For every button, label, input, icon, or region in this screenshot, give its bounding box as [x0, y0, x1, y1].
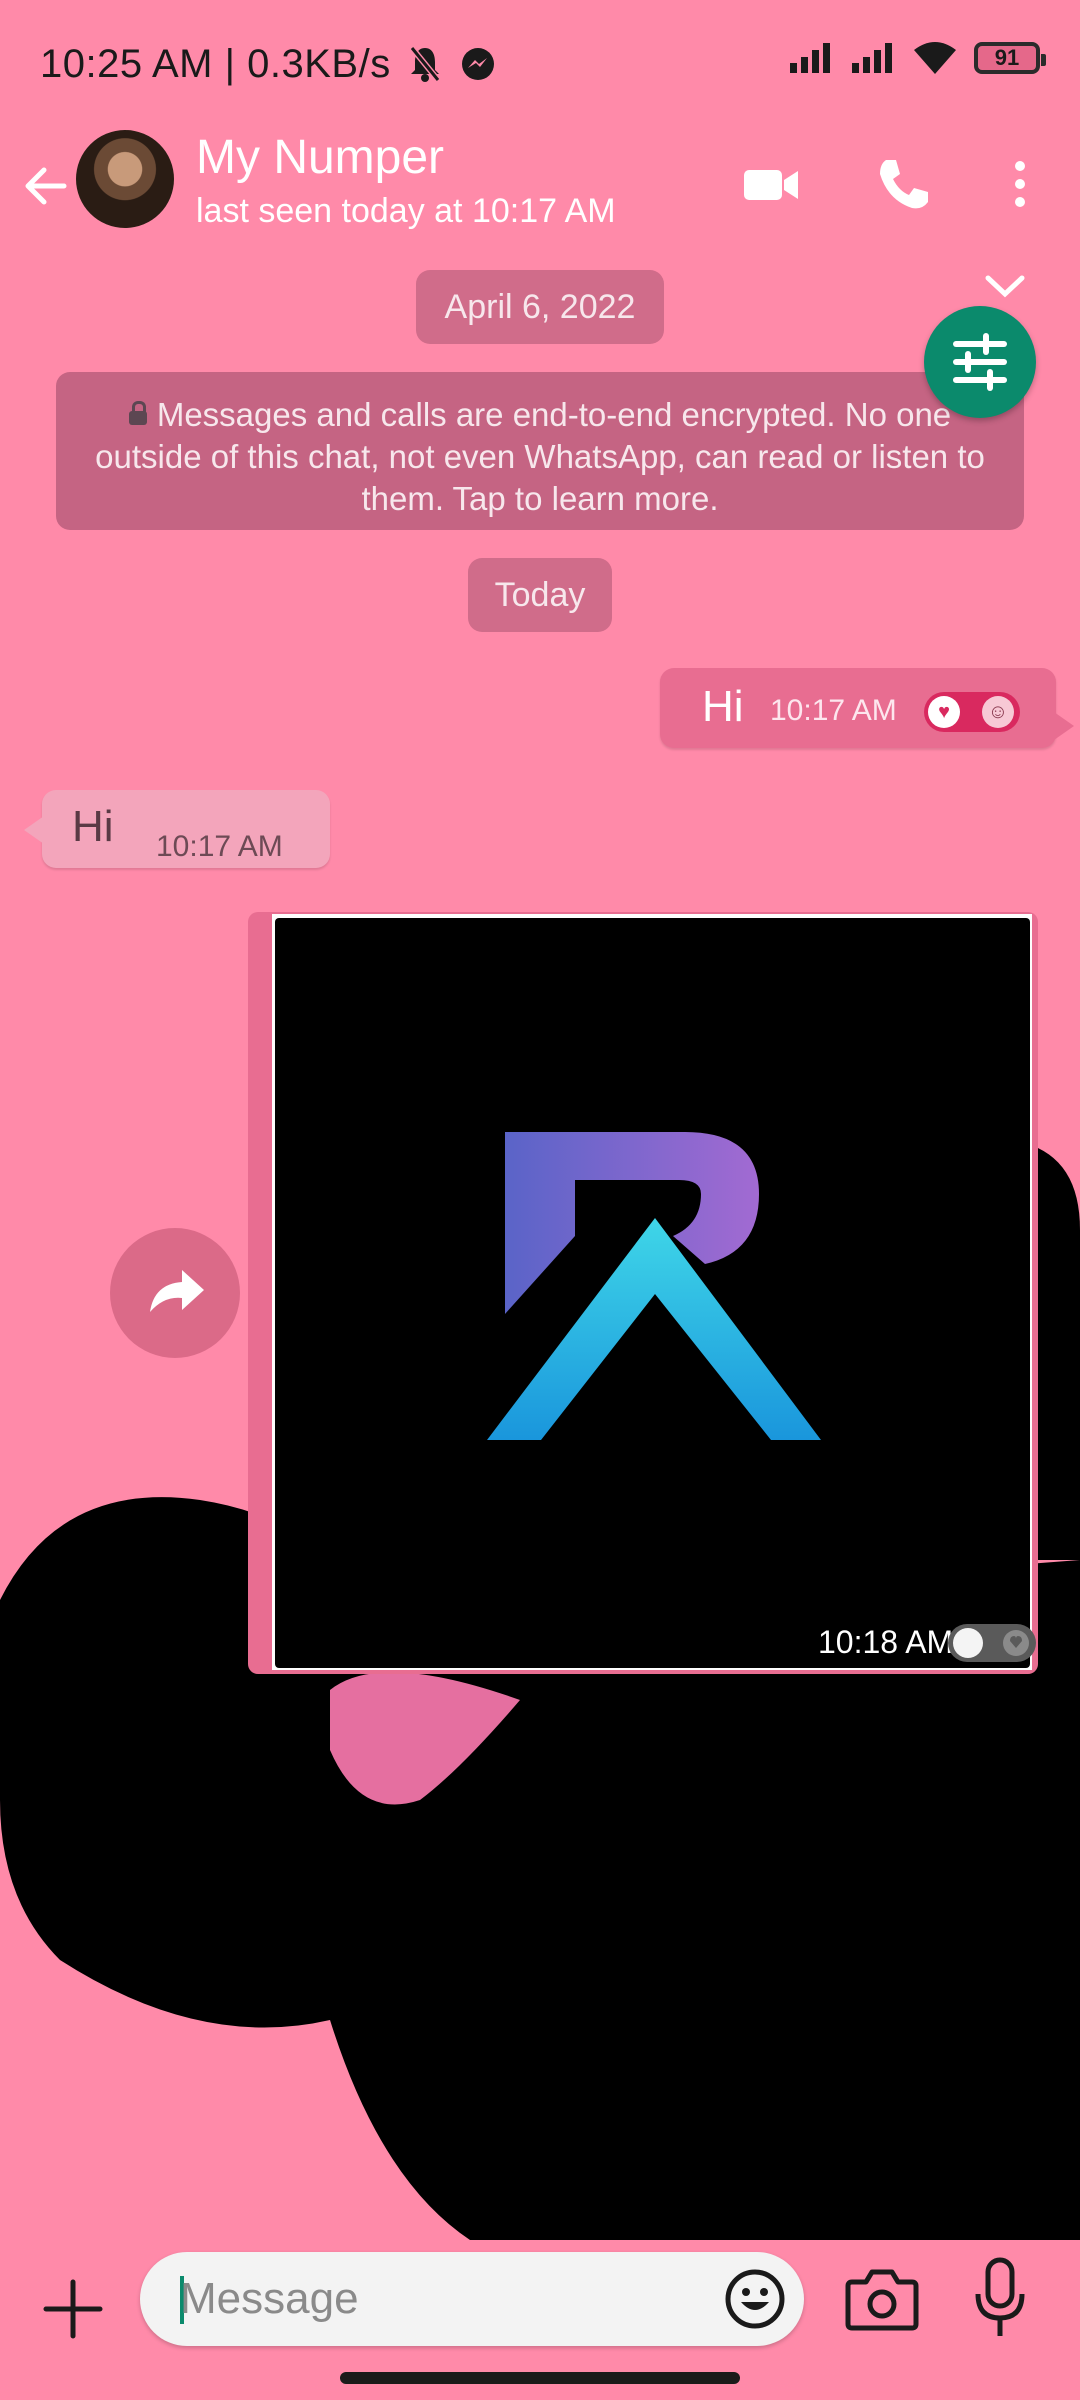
reactions-badge[interactable]: ♥ ☺: [924, 692, 1020, 732]
heart-icon: ♥: [928, 696, 960, 728]
image-message[interactable]: [275, 918, 1030, 1668]
status-time: 10:25 AM | 0.3KB/s: [40, 42, 391, 86]
home-indicator[interactable]: [340, 2372, 740, 2384]
message-text: Hi: [702, 682, 744, 731]
outgoing-message[interactable]: Hi 10:17 AM ♥ ☺: [660, 668, 1074, 748]
message-input[interactable]: Message: [140, 2252, 804, 2346]
wifi-icon: [914, 42, 956, 74]
camera-icon[interactable]: [844, 2264, 920, 2334]
more-vert-icon[interactable]: [988, 152, 1052, 216]
tune-icon: [953, 333, 1007, 391]
message-time: 10:17 AM: [770, 694, 897, 727]
back-arrow-icon[interactable]: [16, 156, 76, 216]
chevron-down-icon[interactable]: [982, 272, 1028, 302]
message-time: 10:17 AM: [156, 830, 283, 863]
reaction-icons: [953, 1628, 1029, 1658]
messenger-icon: [462, 48, 494, 80]
message-placeholder: Message: [180, 2274, 359, 2323]
emoji-icon[interactable]: [724, 2268, 786, 2330]
lock-icon: [128, 401, 147, 425]
incoming-message[interactable]: Hi 10:17 AM: [24, 790, 330, 868]
signal-icon-2: [852, 43, 892, 73]
mute-bell-icon: [409, 46, 441, 82]
plus-icon[interactable]: [40, 2276, 106, 2342]
logo-image: [487, 1132, 821, 1440]
video-call-icon[interactable]: [740, 152, 804, 216]
forward-button[interactable]: [110, 1228, 240, 1358]
encryption-notice[interactable]: Messages and calls are end-to-end encryp…: [56, 372, 1024, 530]
forward-arrow-icon: [150, 1270, 204, 1312]
status-icons: 91: [790, 42, 1046, 74]
image-time: 10:18 AM: [818, 1624, 954, 1660]
microphone-icon[interactable]: [968, 2254, 1032, 2344]
message-input-bar: Message: [0, 2240, 1080, 2400]
phone-icon[interactable]: [872, 152, 936, 216]
filter-button[interactable]: [924, 306, 1036, 418]
last-seen-status[interactable]: last seen today at 10:17 AM: [196, 192, 616, 231]
chat-header: My Numper last seen today at 10:17 AM: [0, 130, 1080, 260]
avatar[interactable]: [76, 130, 174, 228]
image-reactions-badge[interactable]: [948, 1624, 1036, 1662]
today-separator: Today: [468, 558, 612, 632]
encryption-text: Messages and calls are end-to-end encryp…: [95, 396, 985, 517]
status-bar: 10:25 AM | 0.3KB/s 91: [0, 0, 1080, 130]
smile-emoji-icon: ☺: [982, 696, 1014, 728]
contact-name[interactable]: My Numper: [196, 130, 444, 185]
battery-indicator: 91: [974, 42, 1046, 74]
signal-icon: [790, 43, 830, 73]
message-text: Hi: [72, 802, 114, 851]
date-separator: April 6, 2022: [416, 270, 664, 344]
